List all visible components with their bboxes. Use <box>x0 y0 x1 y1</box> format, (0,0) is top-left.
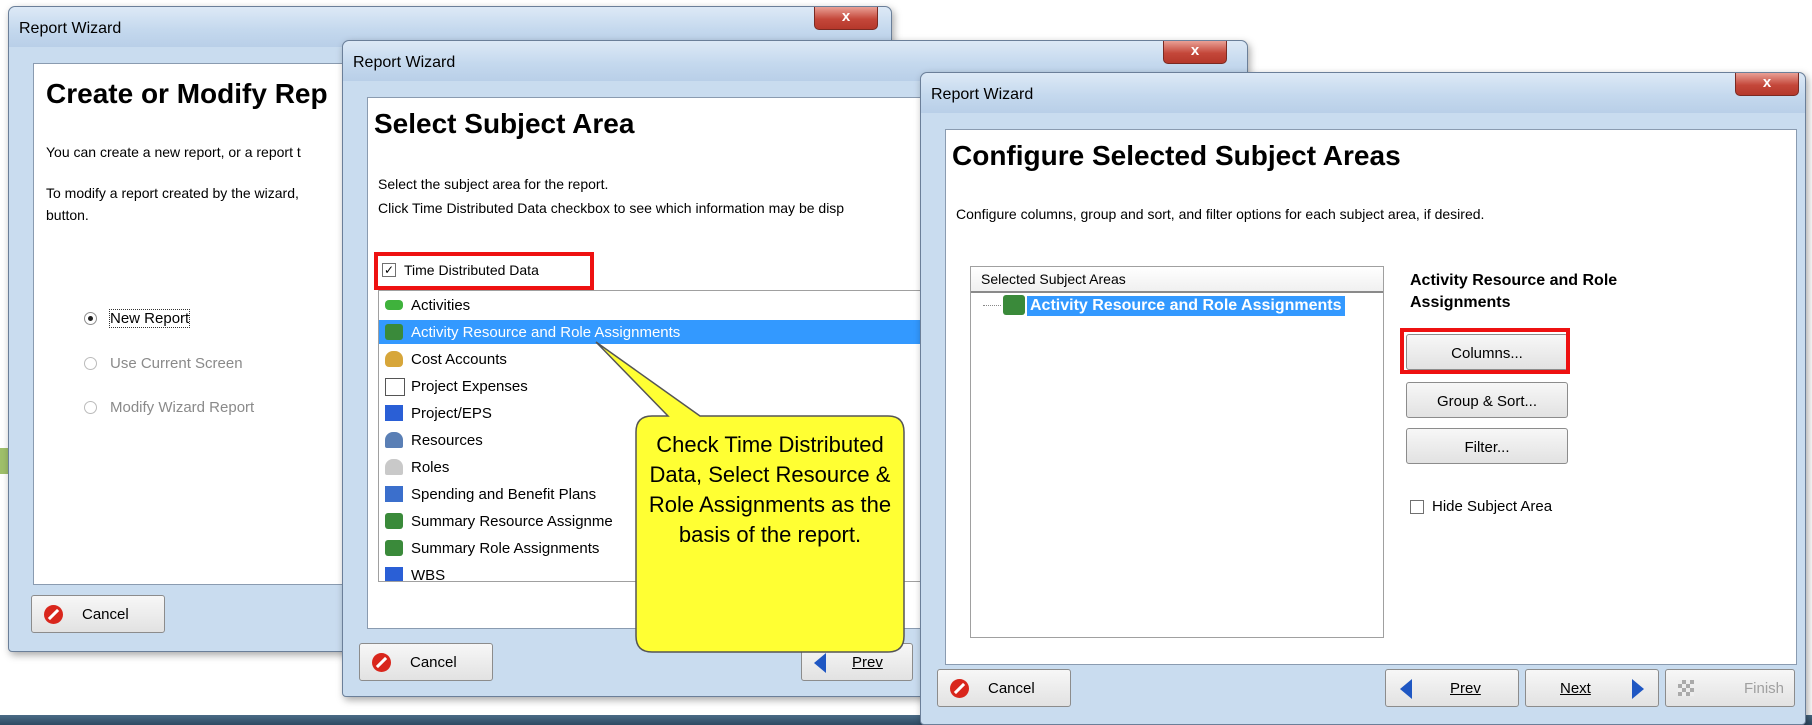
highlight-box-columns <box>1400 328 1570 374</box>
tree-item-selected[interactable]: Activity Resource and Role Assignments <box>1027 296 1345 316</box>
wizard-panel: Configure Selected Subject Areas Configu… <box>945 129 1797 665</box>
description-text-2: Click Time Distributed Data checkbox to … <box>378 200 845 216</box>
tree-connector <box>983 305 1001 306</box>
highlight-box-time-distributed <box>374 252 594 290</box>
window-title: Report Wizard <box>931 86 1034 103</box>
callout-text: Check Time Distributed Data, Select Reso… <box>648 432 892 547</box>
finish-label: Finish <box>1744 680 1785 697</box>
cancel-icon <box>44 605 63 624</box>
list-item-label: Spending and Benefit Plans <box>411 486 597 503</box>
close-button[interactable]: x <box>814 7 878 30</box>
list-item-label: WBS <box>411 567 446 582</box>
list-item-label: Activities <box>411 297 471 314</box>
radio-modify-wizard-report[interactable] <box>84 401 97 414</box>
list-item-label: Project Expenses <box>411 378 528 395</box>
prev-button[interactable]: Prev <box>801 643 913 681</box>
window-title: Report Wizard <box>19 20 122 37</box>
close-button[interactable]: x <box>1735 73 1799 96</box>
cancel-label: Cancel <box>82 606 129 623</box>
page-title: Select Subject Area <box>374 108 635 139</box>
radio-new-report[interactable] <box>84 312 97 325</box>
filter-button[interactable]: Filter... <box>1406 428 1568 464</box>
group-sort-label: Group & Sort... <box>1436 393 1538 410</box>
list-item-label: Resources <box>411 432 483 449</box>
prev-button[interactable]: Prev <box>1385 669 1519 707</box>
option-label-new-report[interactable]: New Report <box>108 309 191 328</box>
arrow-left-icon <box>814 653 826 673</box>
list-item-label: Activity Resource and Role Assignments <box>411 324 681 341</box>
description-text: Select the subject area for the report. <box>378 176 609 192</box>
option-label-modify-wizard-report[interactable]: Modify Wizard Report <box>110 399 254 416</box>
description-text: You can create a new report, or a report… <box>46 144 301 160</box>
list-item-label: Summary Role Assignments <box>411 540 600 557</box>
assignments-icon <box>385 324 403 340</box>
assignments-icon <box>1003 295 1025 315</box>
description-text: Configure columns, group and sort, and f… <box>956 206 1485 222</box>
list-item-label: Project/EPS <box>411 405 492 422</box>
activities-icon <box>385 300 403 310</box>
next-button[interactable]: Next <box>1525 669 1659 707</box>
page-title: Create or Modify Rep <box>46 78 328 109</box>
spending-icon <box>385 486 403 502</box>
expenses-icon <box>385 378 405 396</box>
finish-button[interactable]: Finish <box>1665 669 1795 707</box>
list-item-label: Roles <box>411 459 450 476</box>
window-title: Report Wizard <box>353 54 456 71</box>
description-text-3: button. <box>46 207 89 223</box>
list-item-label: Summary Resource Assignme <box>411 513 613 530</box>
summary-role-icon <box>385 540 403 556</box>
hide-subject-area-checkbox[interactable] <box>1410 500 1424 514</box>
description-text-2: To modify a report created by the wizard… <box>46 185 299 201</box>
project-eps-icon <box>385 405 403 421</box>
hide-subject-area-label[interactable]: Hide Subject Area <box>1432 498 1552 515</box>
subject-area-heading: Activity Resource and Role Assignments <box>1410 272 1618 311</box>
wbs-icon <box>385 567 403 581</box>
prev-label: Prev <box>1450 680 1481 697</box>
report-wizard-window-configure: Report Wizard x Configure Selected Subje… <box>920 72 1806 725</box>
tree-header-label: Selected Subject Areas <box>981 271 1126 287</box>
cancel-icon <box>950 679 969 698</box>
tree-header: Selected Subject Areas <box>971 267 1383 293</box>
cancel-label: Cancel <box>988 680 1035 697</box>
radio-use-current-screen[interactable] <box>84 357 97 370</box>
cancel-icon <box>372 653 391 672</box>
arrow-left-icon <box>1400 679 1412 699</box>
option-label-use-current-screen[interactable]: Use Current Screen <box>110 355 243 372</box>
summary-resource-icon <box>385 513 403 529</box>
next-label: Next <box>1560 680 1591 697</box>
filter-label: Filter... <box>1464 439 1510 456</box>
resources-icon <box>385 432 403 448</box>
roles-icon <box>385 459 403 475</box>
prev-label: Prev <box>852 654 883 671</box>
cost-accounts-icon <box>385 351 403 367</box>
background-stub <box>0 448 8 474</box>
selected-subject-areas-tree: Selected Subject Areas Activity Resource… <box>970 266 1384 638</box>
arrow-right-icon <box>1632 679 1644 699</box>
cancel-button[interactable]: Cancel <box>937 669 1071 707</box>
group-sort-button[interactable]: Group & Sort... <box>1406 382 1568 418</box>
title-bar: Report Wizard x <box>921 73 1805 113</box>
cancel-label: Cancel <box>410 654 457 671</box>
checkered-flag-icon <box>1678 680 1694 696</box>
cancel-button[interactable]: Cancel <box>31 595 165 633</box>
close-button[interactable]: x <box>1163 41 1227 64</box>
page-title: Configure Selected Subject Areas <box>952 140 1401 171</box>
cancel-button[interactable]: Cancel <box>359 643 493 681</box>
list-item-label: Cost Accounts <box>411 351 507 368</box>
